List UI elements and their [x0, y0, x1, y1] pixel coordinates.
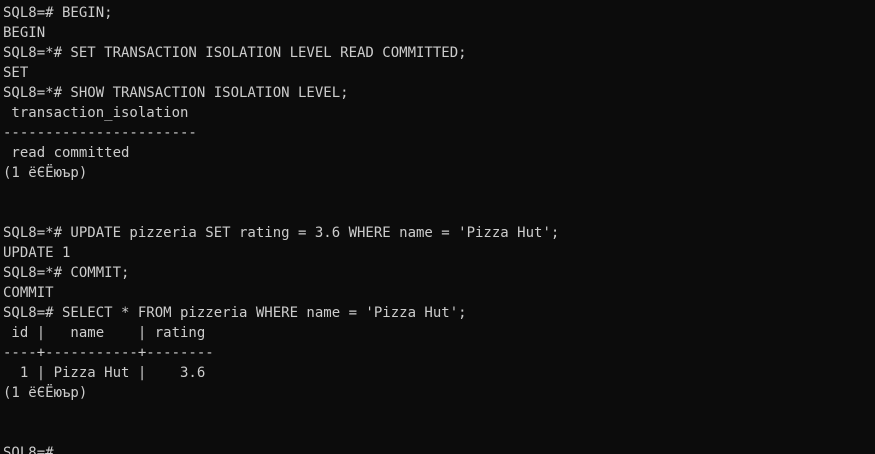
terminal-line: (1 ёЄЁюър) [3, 385, 88, 401]
terminal-line: SQL8=# BEGIN; [3, 5, 113, 21]
terminal-line: SET [3, 65, 29, 81]
terminal-line: SQL8=*# SET TRANSACTION ISOLATION LEVEL … [3, 45, 467, 61]
terminal-line: read committed [3, 145, 130, 161]
terminal-line: ----+-----------+-------- [3, 345, 214, 361]
terminal-line: SQL8=# SELECT * FROM pizzeria WHERE name… [3, 305, 467, 321]
terminal-line: SQL8=*# UPDATE pizzeria SET rating = 3.6… [3, 225, 560, 241]
terminal-line: transaction_isolation [3, 105, 189, 121]
terminal-line: ----------------------- [3, 125, 197, 141]
terminal-line: 1 | Pizza Hut | 3.6 [3, 365, 206, 381]
terminal-line: BEGIN [3, 25, 46, 41]
terminal-line: UPDATE 1 [3, 245, 71, 261]
terminal-window[interactable]: SQL8=# BEGIN; BEGIN SQL8=*# SET TRANSACT… [0, 0, 875, 454]
terminal-line: SQL8=*# COMMIT; [3, 265, 130, 281]
terminal-line: id | name | rating [3, 325, 206, 341]
terminal-line: SQL8=*# SHOW TRANSACTION ISOLATION LEVEL… [3, 85, 349, 101]
terminal-prompt[interactable]: SQL8=# [3, 443, 875, 454]
terminal-line: COMMIT [3, 285, 54, 301]
terminal-line: (1 ёЄЁюър) [3, 165, 88, 181]
